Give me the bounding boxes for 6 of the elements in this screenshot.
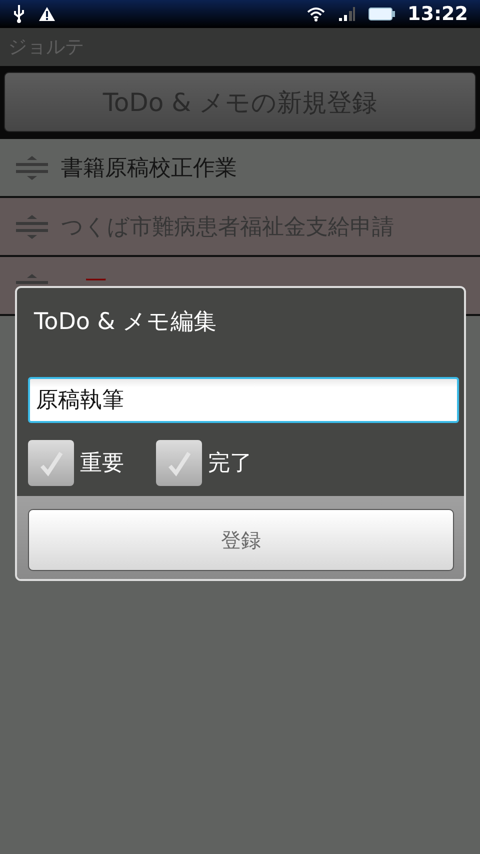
checkbox-label: 重要 [80, 450, 124, 478]
status-time: 13:22 [408, 3, 468, 25]
checkbox-label: 完了 [208, 450, 252, 478]
todo-text: 書籍原稿校正作業 [61, 154, 237, 182]
dialog-title: ToDo & メモ編集 [33, 308, 218, 337]
todo-text: 一 [84, 268, 107, 296]
